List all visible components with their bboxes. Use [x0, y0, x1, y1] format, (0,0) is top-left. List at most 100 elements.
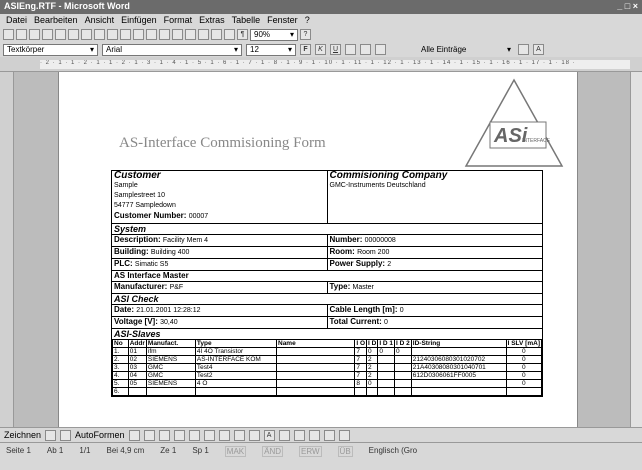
line-color-icon[interactable] [248, 429, 260, 441]
dash-style-icon[interactable] [293, 429, 305, 441]
underline-button[interactable]: U [330, 44, 341, 55]
print-icon[interactable] [55, 29, 66, 40]
paste-icon[interactable] [120, 29, 131, 40]
email-icon[interactable] [42, 29, 53, 40]
menu-einfuegen[interactable]: Einfügen [121, 15, 157, 26]
autoshapes-menu[interactable]: AutoFormen [75, 430, 125, 440]
preview-icon[interactable] [68, 29, 79, 40]
status-mak[interactable]: MAK [224, 446, 247, 457]
power-value: 2 [387, 261, 392, 268]
status-aend[interactable]: ÄND [262, 446, 284, 457]
menu-format[interactable]: Format [164, 15, 193, 26]
table-cell [410, 379, 507, 388]
arrow-icon[interactable] [143, 429, 155, 441]
customer-number-value: 00007 [188, 213, 209, 220]
col-id1: I D 1 [377, 339, 396, 348]
size-select[interactable]: 12 ▾ [246, 43, 296, 56]
rotate-icon[interactable] [60, 429, 72, 441]
bold-button[interactable]: F [300, 44, 311, 55]
hyperlink-icon[interactable] [159, 29, 170, 40]
clipart-icon[interactable] [218, 429, 230, 441]
status-erw[interactable]: ERW [299, 446, 322, 457]
status-column: Sp 1 [192, 446, 209, 455]
line-style-icon[interactable] [278, 429, 290, 441]
line-icon[interactable] [128, 429, 140, 441]
slaves-table: No Addr Manufact. Type Name I O I D I D … [112, 339, 543, 396]
vertical-ruler[interactable] [0, 72, 14, 427]
new-icon[interactable] [3, 29, 14, 40]
select-pointer-icon[interactable] [45, 429, 57, 441]
highlight-icon[interactable] [518, 44, 529, 55]
menu-bearbeiten[interactable]: Bearbeiten [34, 15, 78, 26]
table-cell: 8 [354, 379, 367, 388]
vertical-scrollbar[interactable] [630, 72, 642, 427]
horizontal-ruler[interactable]: · 2 · 1 · 1 · 2 · 1 · 1 · 2 · 1 · 3 · 1 … [0, 57, 642, 72]
description-value: Facility Mem 4 [162, 237, 209, 244]
table-cell [377, 371, 396, 380]
table-cell: 0 [505, 363, 543, 372]
help-icon[interactable]: ? [300, 29, 311, 40]
menu-help[interactable]: ? [305, 15, 310, 26]
3d-icon[interactable] [338, 429, 350, 441]
excel-icon[interactable] [185, 29, 196, 40]
status-pages: 1/1 [79, 446, 91, 455]
company-heading: Commisioning Company [329, 171, 448, 181]
save-icon[interactable] [29, 29, 40, 40]
table-icon[interactable] [172, 29, 183, 40]
logo-subtext: INTERFACE [522, 138, 551, 144]
copy-icon[interactable] [107, 29, 118, 40]
rectangle-icon[interactable] [158, 429, 170, 441]
type-value: Master [352, 284, 374, 291]
table-cell [394, 355, 412, 364]
table-cell: AS-INTERFACE KOM [194, 355, 278, 364]
menu-datei[interactable]: Datei [6, 15, 27, 26]
spellcheck-icon[interactable] [81, 29, 92, 40]
menu-extras[interactable]: Extras [199, 15, 225, 26]
table-cell: 4 O [194, 379, 278, 388]
table-cell: 03 [127, 363, 147, 372]
redo-icon[interactable] [146, 29, 157, 40]
align-right-icon[interactable] [375, 44, 386, 55]
table-cell: 2 [365, 363, 379, 372]
entries-select[interactable]: Alle Einträge ▾ [418, 44, 514, 56]
docmap-icon[interactable] [224, 29, 235, 40]
building-value: Building 400 [150, 249, 190, 256]
status-ub[interactable]: ÜB [337, 446, 353, 457]
oval-icon[interactable] [173, 429, 185, 441]
fill-color-icon[interactable] [233, 429, 245, 441]
menu-fenster[interactable]: Fenster [267, 15, 298, 26]
arrow-style-icon[interactable] [308, 429, 320, 441]
pilcrow-icon[interactable]: ¶ [237, 29, 248, 40]
table-cell [275, 371, 356, 380]
wordart-icon[interactable] [203, 429, 215, 441]
italic-button[interactable]: K [315, 44, 326, 55]
textbox-icon[interactable] [188, 429, 200, 441]
chevron-down-icon: ▾ [233, 44, 238, 54]
open-icon[interactable] [16, 29, 27, 40]
font-color-icon[interactable]: A [533, 44, 544, 55]
window-controls[interactable]: _ □ × [617, 1, 638, 13]
font-select[interactable]: Arial ▾ [102, 43, 242, 56]
style-select[interactable]: Textkörper ▾ [3, 43, 98, 56]
table-cell: 05 [127, 379, 147, 388]
align-center-icon[interactable] [360, 44, 371, 55]
table-cell [394, 363, 412, 372]
columns-icon[interactable] [198, 29, 209, 40]
menu-ansicht[interactable]: Ansicht [85, 15, 115, 26]
undo-icon[interactable] [133, 29, 144, 40]
drawing-icon[interactable] [211, 29, 222, 40]
draw-menu[interactable]: Zeichnen [4, 430, 41, 440]
col-id: I D [365, 339, 379, 348]
menu-tabelle[interactable]: Tabelle [232, 15, 261, 26]
shadow-icon[interactable] [323, 429, 335, 441]
font-color-icon[interactable]: A [263, 429, 275, 441]
table-cell [275, 379, 356, 388]
table-cell: 7 [354, 363, 367, 372]
table-cell [275, 355, 356, 364]
status-language: Englisch (Gro [368, 446, 418, 455]
cut-icon[interactable] [94, 29, 105, 40]
zoom-select[interactable]: 90% ▾ [250, 28, 298, 41]
check-heading: ASI Check [114, 294, 159, 304]
align-left-icon[interactable] [345, 44, 356, 55]
document-page[interactable]: AS-Interface Commisioning Form ASi INTER… [58, 72, 578, 427]
